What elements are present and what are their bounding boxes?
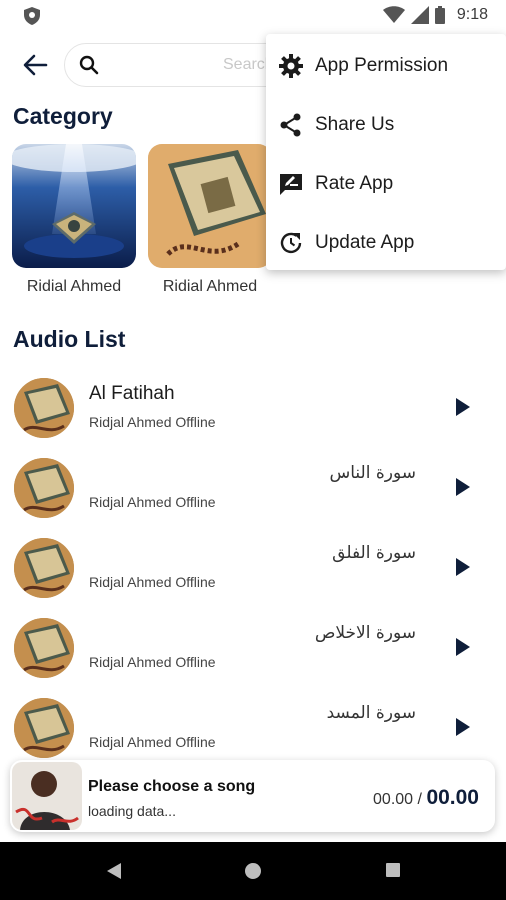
play-icon[interactable] bbox=[456, 478, 470, 496]
play-icon[interactable] bbox=[456, 398, 470, 416]
nav-back-icon[interactable] bbox=[107, 863, 121, 879]
battery-icon bbox=[434, 6, 445, 24]
player-artwork bbox=[12, 762, 82, 830]
status-bar: 9:18 bbox=[0, 0, 506, 32]
player-title: Please choose a song bbox=[88, 778, 256, 795]
share-icon bbox=[280, 113, 301, 137]
list-item[interactable]: سورة الفلق Ridjal Ahmed Offline bbox=[0, 530, 506, 610]
song-title: سورة الفلق bbox=[332, 543, 416, 563]
category-heading: Category bbox=[13, 103, 113, 129]
category-label: Ridial Ahmed bbox=[162, 278, 258, 295]
gear-icon bbox=[279, 54, 303, 78]
update-icon bbox=[280, 232, 302, 254]
category-image bbox=[148, 144, 272, 268]
player-time: 00.00 / 00.00 bbox=[373, 786, 479, 810]
clock: 9:18 bbox=[456, 6, 488, 23]
menu-item-update-app[interactable]: Update App bbox=[266, 213, 506, 272]
song-subtitle: Ridjal Ahmed Offline bbox=[89, 654, 216, 670]
nav-recents-icon[interactable] bbox=[386, 863, 400, 877]
song-subtitle: Ridjal Ahmed Offline bbox=[89, 414, 216, 430]
current-time: 00.00 bbox=[373, 791, 414, 808]
audio-list-heading: Audio List bbox=[13, 326, 126, 352]
category-label: Ridial Ahmed bbox=[26, 278, 122, 295]
shield-icon bbox=[24, 7, 40, 25]
menu-item-label: Rate App bbox=[315, 173, 394, 194]
song-subtitle: Ridjal Ahmed Offline bbox=[89, 574, 216, 590]
play-icon[interactable] bbox=[456, 718, 470, 736]
song-thumbnail bbox=[14, 458, 74, 518]
menu-item-rate-app[interactable]: Rate App bbox=[266, 154, 506, 213]
time-separator: / bbox=[417, 791, 422, 808]
nav-home-icon[interactable] bbox=[245, 863, 261, 879]
search-icon bbox=[79, 55, 99, 75]
list-item[interactable]: Al Fatihah Ridjal Ahmed Offline bbox=[0, 370, 506, 450]
song-subtitle: Ridjal Ahmed Offline bbox=[89, 734, 216, 750]
player-status: loading data... bbox=[88, 803, 176, 819]
song-thumbnail bbox=[14, 378, 74, 438]
signal-icon bbox=[410, 6, 429, 24]
song-thumbnail bbox=[14, 538, 74, 598]
mini-player[interactable]: Please choose a song loading data... 00.… bbox=[10, 760, 495, 832]
menu-item-app-permission[interactable]: App Permission bbox=[266, 36, 506, 95]
menu-item-label: Update App bbox=[315, 232, 415, 253]
play-icon[interactable] bbox=[456, 638, 470, 656]
rate-icon bbox=[280, 174, 302, 195]
wifi-icon bbox=[382, 6, 405, 23]
list-item[interactable]: سورة المسد Ridjal Ahmed Offline bbox=[0, 690, 506, 770]
category-image bbox=[12, 144, 136, 268]
song-title: سورة الاخلاص bbox=[314, 623, 416, 643]
back-arrow-icon[interactable] bbox=[20, 50, 50, 80]
system-nav-bar bbox=[0, 842, 506, 900]
list-item[interactable]: سورة الاخلاص Ridjal Ahmed Offline bbox=[0, 610, 506, 690]
menu-item-label: App Permission bbox=[315, 55, 449, 76]
song-title: Al Fatihah bbox=[89, 383, 175, 404]
song-title: سورة المسد bbox=[326, 703, 416, 723]
overflow-menu: App Permission Share Us Rate App Update … bbox=[266, 34, 506, 270]
list-item[interactable]: سورة الناس Ridjal Ahmed Offline bbox=[0, 450, 506, 530]
song-subtitle: Ridjal Ahmed Offline bbox=[89, 494, 216, 510]
menu-item-share-us[interactable]: Share Us bbox=[266, 95, 506, 154]
play-icon[interactable] bbox=[456, 558, 470, 576]
song-thumbnail bbox=[14, 618, 74, 678]
menu-item-label: Share Us bbox=[315, 114, 395, 135]
category-card[interactable]: Ridial Ahmed bbox=[148, 144, 272, 296]
song-title: سورة الناس bbox=[329, 463, 416, 483]
song-thumbnail bbox=[14, 698, 74, 758]
category-card[interactable]: Ridial Ahmed bbox=[12, 144, 136, 296]
total-time: 00.00 bbox=[426, 786, 479, 809]
